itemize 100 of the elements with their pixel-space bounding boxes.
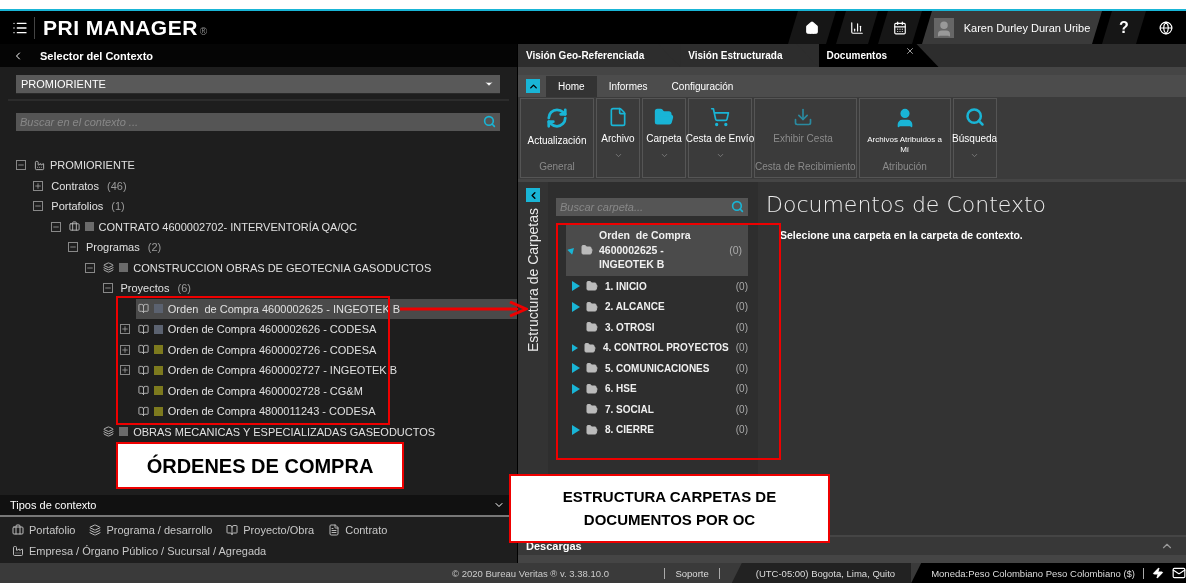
document-tab[interactable]: Documentos [818,44,939,67]
search-icon[interactable] [731,200,744,213]
folder-tree-item[interactable]: 5. COMUNICACIONES (0) [586,362,748,375]
calendar-button[interactable] [878,11,922,44]
tree-item[interactable]: Contratos (46) [49,175,517,196]
expand-toggle[interactable] [119,324,130,335]
mail-icon[interactable] [1172,566,1186,580]
collapse-toggle[interactable] [67,242,78,253]
legend-item: Proyecto/Obra [226,521,315,538]
currency-text: Moneda:Peso Colombiano Peso Colombiano ($) [931,567,1144,579]
folder-tree-item[interactable]: 8. CIERRE (0) [586,423,748,436]
book-icon [137,364,149,376]
folder-tree-item[interactable]: 4. CONTROL PROYECTOS (0) [584,341,748,354]
tree-item[interactable]: PROMIORIENTE [32,155,517,176]
folder-tree-item[interactable]: 6. HSE (0) [586,382,748,395]
tree-item[interactable]: Orden de Compra 4600002626 - CODESA [135,319,517,340]
support-link[interactable]: Soporte [664,567,720,579]
group-label: Atribución [881,161,928,174]
chart-button[interactable] [836,11,878,44]
folder-icon [586,321,598,334]
help-button[interactable]: ? [1102,11,1146,44]
document-icon [328,523,341,536]
collapse-panel-button[interactable] [526,188,540,202]
caret-icon [659,151,669,160]
ribbon-tab[interactable]: Configuración [659,76,746,97]
bolt-icon[interactable] [1152,567,1164,579]
book-icon [137,344,149,356]
tree-item[interactable]: CONTRATO 4600002702- INTERVENTORÍA QA/QC [66,216,517,237]
folder-tree-item[interactable]: Orden de Compra 4600002625 - INGEOTEK B (0) [566,224,748,277]
collapse-toggle[interactable] [50,221,61,232]
book-icon [137,323,149,335]
folder-icon [586,280,598,293]
folder-tree-item[interactable]: 3. OTROSI (0) [586,321,748,334]
timezone-text: (UTC-05:00) Bogota, Lima, Quito [731,563,912,583]
ribbon-button[interactable]: Actualización [521,99,593,161]
factory-icon [34,159,45,171]
folder-icon [584,341,596,354]
book-icon [137,405,149,417]
folder-icon [586,403,598,416]
folder-tree-item[interactable]: 7. SOCIAL (0) [586,403,748,416]
legend-item: Portafolio [12,521,76,538]
plus-icon [34,181,43,190]
tree-item[interactable]: Orden de Compra 4600002726 - CODESA [135,339,517,360]
expand-arrow-icon[interactable] [572,424,580,435]
collapse-ribbon-button[interactable] [526,79,540,93]
expand-arrow-icon[interactable] [572,301,580,312]
context-dropdown[interactable]: PROMIORIENTE [16,75,500,94]
ribbon-tab[interactable]: Informes [596,76,660,97]
expand-toggle[interactable] [119,365,130,376]
briefcase-icon [12,523,24,536]
home-button[interactable] [788,11,836,44]
expand-toggle[interactable] [119,344,130,355]
expand-toggle[interactable] [33,180,44,191]
cart-icon [710,107,730,127]
folder-tree-item[interactable]: 2. ALCANCE (0) [586,300,748,313]
expand-arrow-icon[interactable] [572,363,580,374]
expand-arrow-icon[interactable] [572,281,580,292]
layers-icon [89,523,102,536]
tree-item[interactable]: Programas (2) [83,237,517,258]
tree-item[interactable]: Orden de Compra 4800011243 - CODESA [135,401,517,422]
content-message: Selecione una carpeta en la carpeta de contexto. [780,229,1024,241]
collapse-toggle[interactable] [102,283,113,294]
tree-item[interactable]: OBRAS MECANICAS Y ESPECIALIZADAS GASEODUCTOS [101,421,517,442]
collapse-toggle[interactable] [85,262,96,273]
book-icon [137,385,149,397]
tree-item[interactable]: Orden de Compra 4600002728 - CG&M [135,380,517,401]
folder-tree-item[interactable]: 1. INICIO (0) [586,280,748,293]
ribbon-tab[interactable]: Home [546,76,597,97]
collapse-toggle[interactable] [33,201,44,212]
tree-item[interactable]: Orden de Compra 4600002727 - INGEOTEK B [135,360,517,381]
legend-item: Contrato [328,521,388,538]
close-icon[interactable] [904,46,915,56]
tree-item[interactable]: Orden de Compra 4600002625 - INGEOTEK B [135,298,517,319]
annotation-label: ÓRDENES DE COMPRA [116,442,404,489]
tree-item[interactable]: Proyectos (6) [118,278,517,299]
context-types-title: Tipos de contexto [10,499,97,511]
plus-icon [120,325,129,334]
folder-icon [586,300,598,313]
tree-item[interactable]: CONSTRUCCION OBRAS DE GEOTECNIA GASODUCTOS [101,257,517,278]
collapse-toggle[interactable] [16,160,26,171]
expanded-arrow-icon[interactable] [566,245,577,255]
group-label: Cesta de Recibimiento [755,161,856,174]
legend-item: Programa / desarrollo [89,521,213,538]
user-menu[interactable]: Karen Durley Duran Uribe [922,11,1102,44]
caret-icon [715,151,725,160]
folder-icon [586,362,598,375]
factory-icon [12,544,24,557]
search-icon[interactable] [483,115,496,128]
avatar-icon [933,17,954,38]
expand-arrow-icon[interactable] [572,342,578,353]
plus-icon [120,345,129,354]
tree-item[interactable]: Portafolios (1) [49,196,517,217]
folder-panel-title: Estructura de Carpetas [525,208,541,352]
caret-icon [970,151,980,160]
expand-arrow-icon[interactable] [572,383,580,394]
ribbon-button[interactable]: Archivos Atribuidos a Mí [859,99,950,161]
home-icon [805,20,819,35]
caret-icon [484,79,494,89]
annotation-label: ESTRUCTURA CARPETAS DE DOCUMENTOS POR OC [509,474,830,543]
briefcase-icon [68,221,80,233]
